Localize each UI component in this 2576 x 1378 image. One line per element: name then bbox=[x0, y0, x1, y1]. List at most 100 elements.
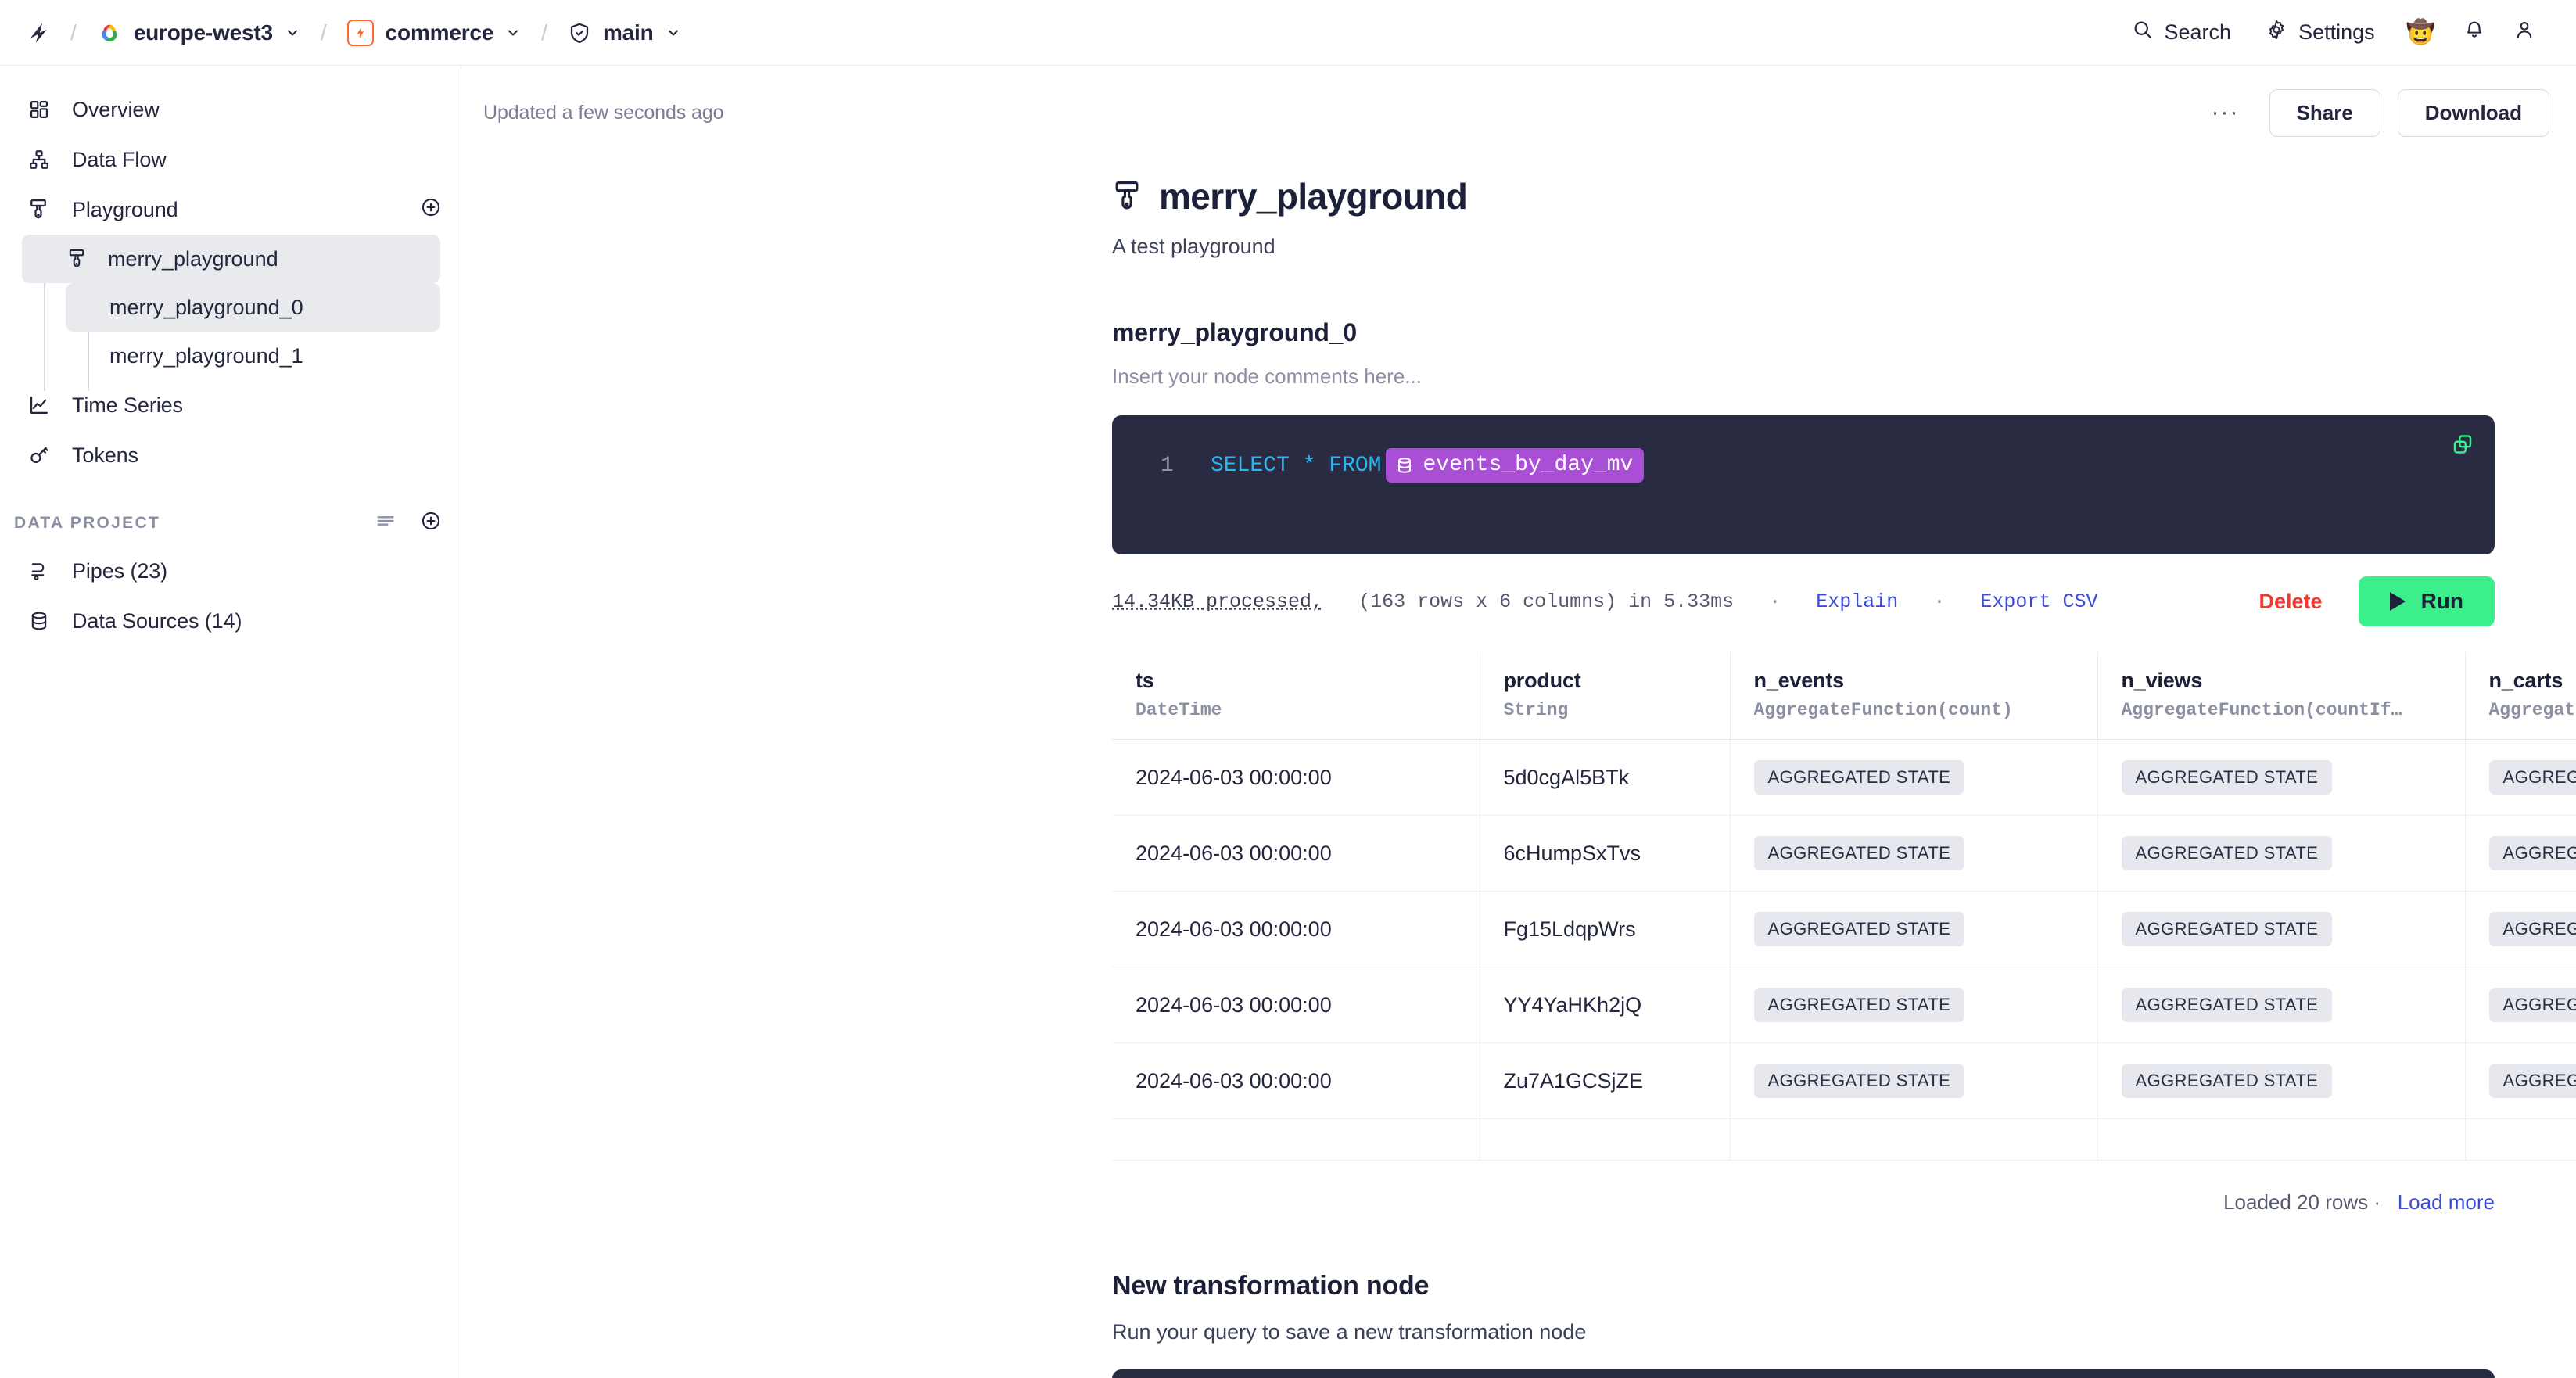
column-type: AggregateFunction(countIf… bbox=[2121, 700, 2402, 720]
sidebar-item-playground-label: Data Flow bbox=[72, 147, 167, 171]
sql-editor[interactable]: 1 SELECT * FROM events_by_day_mv bbox=[1112, 415, 2495, 554]
breadcrumb-branch-label: main bbox=[602, 20, 654, 45]
results-table-head: ts DateTime product String n_events Aggr… bbox=[1112, 651, 2576, 740]
run-button[interactable]: Run bbox=[2358, 576, 2495, 626]
table-column-product[interactable]: product String bbox=[1480, 651, 1731, 740]
search-icon bbox=[2132, 19, 2154, 46]
sql-star: * bbox=[1302, 453, 1316, 478]
table-row[interactable]: 2024-06-03 00:00:00 6cHumpSxTvs AGGREGAT… bbox=[1112, 815, 2576, 892]
page-title-row: merry_playground bbox=[461, 138, 2576, 217]
main-content: Updated a few seconds ago ··· Share Down… bbox=[461, 66, 2576, 1378]
column-type: String bbox=[1503, 700, 1569, 720]
sidebar-item-data-flow[interactable]: Data Flow bbox=[0, 135, 461, 185]
notifications-button[interactable] bbox=[2449, 13, 2499, 52]
cell-n-views: AGGREGATED STATE bbox=[2097, 815, 2466, 892]
cell-ts: 2024-06-03 00:00:00 bbox=[1112, 1042, 1480, 1119]
node-title[interactable]: merry_playground_0 bbox=[461, 259, 2576, 347]
sidebar-item-tokens-label: Tokens bbox=[72, 443, 138, 467]
table-column-ts[interactable]: ts DateTime bbox=[1112, 651, 1480, 740]
delete-button[interactable]: Delete bbox=[2259, 590, 2323, 614]
cell-product: Zu7A1GCSjZE bbox=[1480, 1042, 1731, 1119]
share-button[interactable]: Share bbox=[2269, 88, 2380, 137]
gear-icon bbox=[2266, 19, 2287, 46]
top-bar-actions: Search Settings 🤠 bbox=[2115, 13, 2549, 52]
sql-editor-wrap: 1 SELECT * FROM events_by_day_mv bbox=[461, 389, 2576, 554]
export-csv-link[interactable]: Export CSV bbox=[1980, 590, 2097, 613]
breadcrumb-branch[interactable]: main bbox=[561, 16, 687, 50]
sidebar-item-data-sources[interactable]: Data Sources (14) bbox=[0, 596, 461, 646]
add-playground-button[interactable] bbox=[420, 196, 442, 224]
column-name: ts bbox=[1136, 669, 1154, 692]
sql-table-chip[interactable]: events_by_day_mv bbox=[1386, 448, 1645, 483]
sidebar-item-playground[interactable]: Playground bbox=[0, 185, 461, 235]
breadcrumb-region-label: europe-west3 bbox=[133, 20, 273, 45]
column-name: n_events bbox=[1753, 669, 1845, 692]
cell-n-views: AGGREGATED STATE bbox=[2097, 739, 2466, 816]
sidebar-item-pipes[interactable]: Pipes (23) bbox=[0, 546, 461, 596]
top-bar: / europe-west3 / commerce / main Search … bbox=[0, 0, 2576, 66]
new-node-sql-editor[interactable] bbox=[1112, 1369, 2495, 1378]
more-options-button[interactable]: ··· bbox=[2199, 95, 2252, 131]
table-column-n-events[interactable]: n_events AggregateFunction(count) bbox=[1730, 651, 2098, 740]
sidebar-item-time-series[interactable]: Time Series bbox=[0, 380, 461, 430]
node-actions: Delete Run bbox=[2259, 576, 2495, 626]
status-badge: AGGREGATED STATE bbox=[2488, 836, 2576, 870]
sidebar-item-merry-playground[interactable]: merry_playground bbox=[22, 235, 440, 283]
chevron-down-icon[interactable] bbox=[285, 25, 300, 41]
chevron-down-icon[interactable] bbox=[666, 25, 681, 41]
playground-icon bbox=[67, 248, 92, 270]
sidebar-item-merry-playground-0[interactable]: merry_playground_0 bbox=[66, 283, 440, 332]
status-badge: AGGREGATED STATE bbox=[2121, 760, 2333, 795]
load-more-link[interactable]: Load more bbox=[2398, 1190, 2495, 1214]
stats-separator-1: · bbox=[1769, 590, 1781, 613]
tinybird-logo-icon[interactable] bbox=[22, 16, 56, 50]
avatar[interactable]: 🤠 bbox=[2392, 15, 2449, 51]
cell-ts bbox=[1112, 1118, 1480, 1161]
cell-product: 5d0cgAl5BTk bbox=[1480, 739, 1731, 816]
search-button[interactable]: Search bbox=[2115, 13, 2249, 52]
account-button[interactable] bbox=[2499, 13, 2549, 52]
user-icon bbox=[2513, 19, 2535, 46]
main-header: Updated a few seconds ago ··· Share Down… bbox=[461, 66, 2576, 138]
settings-button[interactable]: Settings bbox=[2248, 13, 2392, 52]
add-data-project-button[interactable] bbox=[420, 510, 442, 536]
cell-product: YY4YaHKh2jQ bbox=[1480, 967, 1731, 1043]
sidebar-item-tokens[interactable]: Tokens bbox=[0, 430, 461, 480]
status-badge: AGGREGATED STATE bbox=[2488, 988, 2576, 1022]
shield-check-icon bbox=[568, 21, 591, 45]
sql-code-line: 1 SELECT * FROM events_by_day_mv bbox=[1112, 448, 2495, 483]
cell-product bbox=[1480, 1118, 1731, 1161]
table-row[interactable]: 2024-06-03 00:00:00 5d0cgAl5BTk AGGREGAT… bbox=[1112, 739, 2576, 816]
table-row-partial[interactable] bbox=[1112, 1118, 2576, 1161]
sidebar-item-overview[interactable]: Overview bbox=[0, 84, 461, 135]
filter-icon[interactable] bbox=[375, 510, 396, 536]
node-comment-input[interactable]: Insert your node comments here... bbox=[461, 347, 2576, 389]
breadcrumb-workspace[interactable]: commerce bbox=[341, 15, 527, 51]
cell-n-carts: AGGREGATED STATE bbox=[2465, 739, 2576, 816]
table-row[interactable]: 2024-06-03 00:00:00 YY4YaHKh2jQ AGGREGAT… bbox=[1112, 967, 2576, 1043]
run-button-label: Run bbox=[2420, 589, 2463, 613]
table-header-row: ts DateTime product String n_events Aggr… bbox=[1112, 651, 2576, 740]
cell-product: 6cHumpSxTvs bbox=[1480, 815, 1731, 892]
query-stats-row: 14.34KB processed, (163 rows x 6 columns… bbox=[461, 554, 2576, 626]
explain-link[interactable]: Explain bbox=[1816, 590, 1898, 613]
sidebar-item-merry-playground-1[interactable]: merry_playground_1 bbox=[66, 332, 440, 380]
cell-n-views bbox=[2097, 1118, 2466, 1161]
table-row[interactable]: 2024-06-03 00:00:00 Zu7A1GCSjZE AGGREGAT… bbox=[1112, 1042, 2576, 1119]
cell-n-events: AGGREGATED STATE bbox=[1730, 739, 2098, 816]
table-column-n-views[interactable]: n_views AggregateFunction(countIf… bbox=[2097, 651, 2466, 740]
breadcrumb-region[interactable]: europe-west3 bbox=[91, 16, 307, 50]
chevron-down-icon[interactable] bbox=[505, 25, 521, 41]
cell-n-carts: AGGREGATED STATE bbox=[2465, 967, 2576, 1043]
download-button[interactable]: Download bbox=[2397, 88, 2549, 137]
sidebar-item-merry-playground-1-label: merry_playground_1 bbox=[109, 343, 303, 368]
content-scroll-area: merry_playground A test playground merry… bbox=[461, 138, 2576, 1378]
sidebar-item-merry-playground-0-label: merry_playground_0 bbox=[109, 295, 303, 319]
copy-icon[interactable] bbox=[2451, 432, 2474, 460]
new-node-title: New transformation node bbox=[1112, 1271, 1430, 1301]
table-column-n-carts[interactable]: n_carts AggregateFunction(countIf… bbox=[2465, 651, 2576, 740]
cell-n-views: AGGREGATED STATE bbox=[2097, 1042, 2466, 1119]
table-row[interactable]: 2024-06-03 00:00:00 Fg15LdqpWrs AGGREGAT… bbox=[1112, 891, 2576, 967]
cell-product: Fg15LdqpWrs bbox=[1480, 891, 1731, 967]
sql-keyword-select: SELECT bbox=[1211, 453, 1290, 478]
